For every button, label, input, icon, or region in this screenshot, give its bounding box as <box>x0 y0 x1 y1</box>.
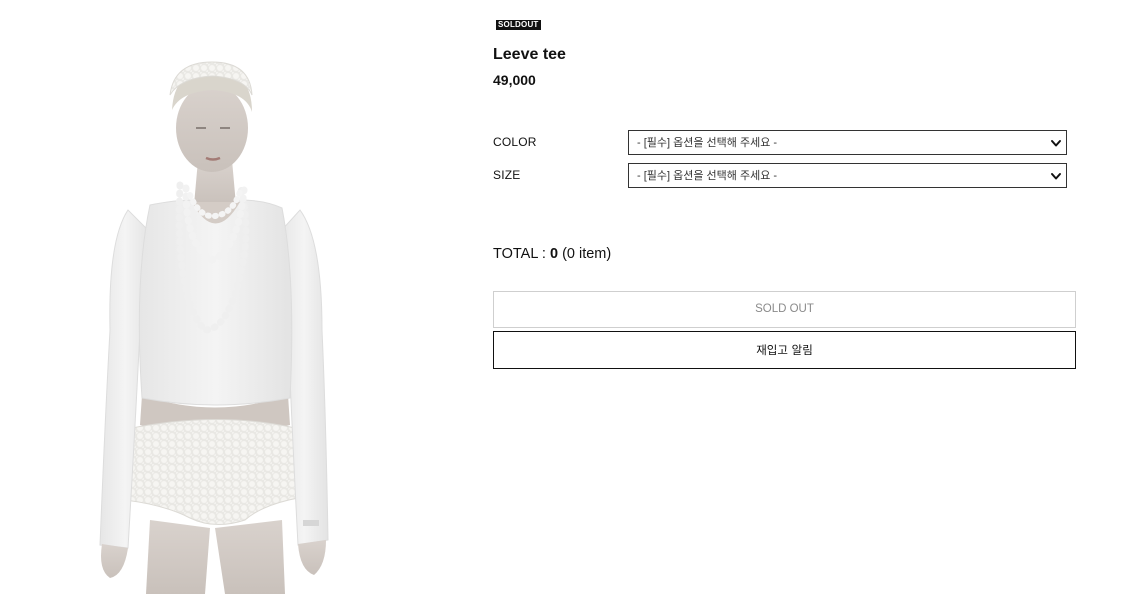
product-name: Leeve tee <box>493 46 566 63</box>
option-label-color: COLOR <box>493 135 537 149</box>
color-select[interactable]: - [필수] 옵션을 선택해 주세요 - <box>628 130 1067 155</box>
sold-out-button[interactable]: SOLD OUT <box>493 291 1076 328</box>
soldout-badge: SOLDOUT <box>496 20 541 30</box>
total-summary: TOTAL : 0 (0 item) <box>493 245 611 263</box>
total-label: TOTAL : <box>493 246 550 262</box>
size-select[interactable]: - [필수] 옵션을 선택해 주세요 - <box>628 163 1067 188</box>
product-price: 49,000 <box>493 72 536 88</box>
option-row-size: SIZE - [필수] 옵션을 선택해 주세요 - <box>493 163 1068 188</box>
product-image <box>0 0 430 594</box>
total-amount: 0 <box>549 246 559 262</box>
option-row-color: COLOR - [필수] 옵션을 선택해 주세요 - <box>493 130 1068 155</box>
chevron-down-icon <box>1051 173 1061 180</box>
color-select-value: - [필수] 옵션을 선택해 주세요 - <box>637 137 778 149</box>
chevron-down-icon <box>1051 140 1061 147</box>
product-info: SOLDOUT Leeve tee 49,000 COLOR - [필수] 옵션… <box>493 0 1077 594</box>
size-select-value: - [필수] 옵션을 선택해 주세요 - <box>637 170 778 182</box>
restock-alert-button[interactable]: 재입고 알림 <box>493 331 1076 369</box>
option-label-size: SIZE <box>493 168 521 182</box>
total-count: (0 item) <box>562 246 612 262</box>
model-illustration <box>99 61 329 594</box>
